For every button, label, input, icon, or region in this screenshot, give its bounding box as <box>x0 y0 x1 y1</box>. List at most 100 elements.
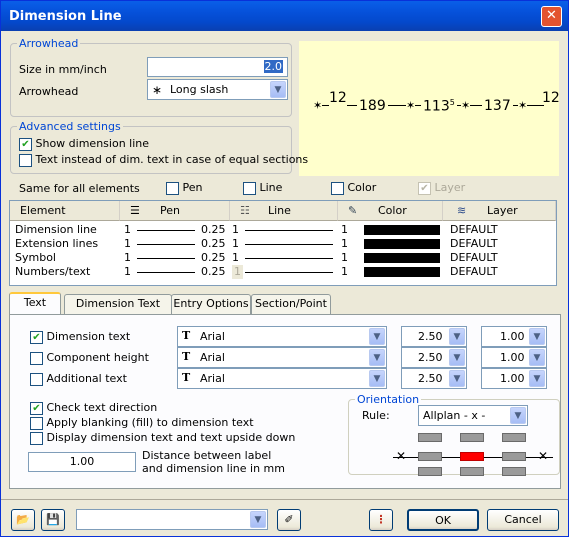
same-line-checkbox[interactable] <box>243 181 256 195</box>
orientation-option-middle-left[interactable] <box>418 452 442 461</box>
display-upside-option[interactable]: Display dimension text and text upside d… <box>30 431 295 445</box>
orientation-option-bottom-right[interactable] <box>502 467 526 476</box>
chevron-down-icon[interactable]: ▼ <box>449 370 465 387</box>
tab-text[interactable]: Text <box>9 292 61 315</box>
truetype-icon: T <box>182 329 191 342</box>
grid-header-line[interactable]: ☷ Line <box>230 201 338 221</box>
orientation-option-middle-right[interactable] <box>502 452 526 461</box>
dimension-text-option[interactable]: ✔ Dimension text <box>30 330 130 344</box>
save-favorite-button[interactable]: 💾 <box>41 509 65 531</box>
grid-header-pen-label: Pen <box>160 204 180 217</box>
component-height-size-select[interactable]: 2.50 ▼ <box>401 347 467 368</box>
orientation-option-bottom-center[interactable] <box>460 467 484 476</box>
color-swatch <box>364 267 440 277</box>
dimension-text-size-select[interactable]: 2.50 ▼ <box>401 326 467 347</box>
same-color-option[interactable]: Color <box>331 181 376 195</box>
chevron-down-icon[interactable]: ▼ <box>369 328 385 345</box>
dimension-text-ratio-select[interactable]: 1.00 ▼ <box>481 326 547 347</box>
apply-blanking-checkbox[interactable] <box>30 416 43 430</box>
component-height-checkbox[interactable] <box>30 351 43 365</box>
dimension-text-font-select[interactable]: T Arial ▼ <box>177 326 387 347</box>
row-line-b: 1 <box>341 265 348 278</box>
grid-header-element[interactable]: Element <box>10 201 120 221</box>
component-height-option[interactable]: Component height <box>30 351 149 365</box>
dimension-text-checkbox[interactable]: ✔ <box>30 330 43 344</box>
grid-header-pen[interactable]: ☰ Pen <box>120 201 230 221</box>
additional-text-font-select[interactable]: T Arial ▼ <box>177 368 387 389</box>
row-layer: DEFAULT <box>450 265 498 278</box>
orientation-option-top-left[interactable] <box>418 433 442 442</box>
additional-text-size-select[interactable]: 2.50 ▼ <box>401 368 467 389</box>
chevron-down-icon[interactable]: ▼ <box>250 511 266 528</box>
size-value: 2.50 <box>418 372 443 385</box>
cancel-button[interactable]: Cancel <box>487 509 559 531</box>
line-icon: ☷ <box>240 204 250 217</box>
same-line-option[interactable]: Line <box>243 181 282 195</box>
chevron-down-icon[interactable]: ▼ <box>449 328 465 345</box>
component-height-label: Component height <box>46 351 149 364</box>
open-favorite-button[interactable]: 📂 <box>11 509 35 531</box>
rule-select[interactable]: Allplan - x - ▼ <box>418 405 528 426</box>
show-dim-line-checkbox[interactable]: ✔ <box>19 137 32 151</box>
chevron-down-icon[interactable]: ▼ <box>270 81 286 98</box>
favorite-select[interactable]: ▼ <box>76 509 268 530</box>
chevron-down-icon[interactable]: ▼ <box>529 370 545 387</box>
component-height-font-select[interactable]: T Arial ▼ <box>177 347 387 368</box>
grid-row-extension-lines[interactable]: Extension lines 1 0.25 1 1 DEFAULT <box>10 237 556 251</box>
additional-text-checkbox[interactable] <box>30 372 43 386</box>
orientation-option-bottom-left[interactable] <box>418 467 442 476</box>
chevron-down-icon[interactable]: ▼ <box>369 370 385 387</box>
chevron-down-icon[interactable]: ▼ <box>449 349 465 366</box>
ok-button[interactable]: OK <box>407 509 479 531</box>
display-upside-checkbox[interactable] <box>30 431 43 445</box>
grid-header-color[interactable]: ✎ Color <box>338 201 443 221</box>
check-direction-checkbox[interactable]: ✔ <box>30 401 43 415</box>
row-element: Numbers/text <box>15 265 91 278</box>
grid-header-layer[interactable]: ≋ Layer <box>443 201 556 221</box>
size-value: 2.0 <box>263 60 283 73</box>
apply-blanking-option[interactable]: Apply blanking (fill) to dimension text <box>30 416 254 430</box>
row-element: Symbol <box>15 251 56 264</box>
orientation-option-top-right[interactable] <box>502 433 526 442</box>
additional-text-option[interactable]: Additional text <box>30 372 127 386</box>
row-line-a: 1 <box>232 223 239 236</box>
component-height-ratio-select[interactable]: 1.00 ▼ <box>481 347 547 368</box>
arrowhead-select[interactable]: ∗ Long slash ▼ <box>147 79 288 100</box>
grid-header-color-label: Color <box>378 204 407 217</box>
chevron-down-icon[interactable]: ▼ <box>529 349 545 366</box>
orientation-option-selected[interactable] <box>460 452 484 461</box>
grid-row-dimension-line[interactable]: Dimension line 1 0.25 1 1 DEFAULT <box>10 223 556 237</box>
preview-tick-3: ✶ <box>461 99 471 112</box>
grid-row-numbers-text[interactable]: Numbers/text 1 0.25 1 1 DEFAULT <box>10 265 556 279</box>
same-pen-option[interactable]: Pen <box>166 181 202 195</box>
check-direction-option[interactable]: ✔ Check text direction <box>30 401 157 415</box>
check-direction-label: Check text direction <box>46 401 158 414</box>
distance-input[interactable]: 1.00 <box>28 452 136 472</box>
close-button[interactable]: ✕ <box>541 6 562 27</box>
grid-row-symbol[interactable]: Symbol 1 0.25 1 1 DEFAULT <box>10 251 556 265</box>
same-pen-checkbox[interactable] <box>166 181 179 195</box>
font-value: Arial <box>200 372 225 385</box>
row-line-a: 1 <box>232 251 239 264</box>
chevron-down-icon[interactable]: ▼ <box>369 349 385 366</box>
same-layer-checkbox: ✔ <box>418 181 431 195</box>
additional-text-ratio-select[interactable]: 1.00 ▼ <box>481 368 547 389</box>
chevron-down-icon[interactable]: ▼ <box>510 407 526 424</box>
dimension-text-label: Dimension text <box>46 330 131 343</box>
preview-text-12b: 12 <box>542 90 560 106</box>
orientation-option-top-center[interactable] <box>460 433 484 442</box>
same-color-checkbox[interactable] <box>331 181 344 195</box>
text-instead-checkbox[interactable] <box>19 153 32 167</box>
tab-dimension-text[interactable]: Dimension Text <box>64 294 172 314</box>
eyedropper-button[interactable]: ✐ <box>277 509 301 531</box>
size-input[interactable]: 2.0 <box>147 57 288 77</box>
options-button[interactable]: ⋮ <box>369 509 393 531</box>
chevron-down-icon[interactable]: ▼ <box>529 328 545 345</box>
font-value: Arial <box>200 330 225 343</box>
show-dim-line-option[interactable]: ✔ Show dimension line <box>19 137 149 151</box>
preview-tick-2: ✶ <box>406 99 416 112</box>
tab-entry-options[interactable]: Entry Options <box>171 294 251 314</box>
distance-label-1: Distance between label <box>142 449 272 462</box>
tab-section-point[interactable]: Section/Point <box>251 294 331 314</box>
text-instead-option[interactable]: Text instead of dim. text in case of equ… <box>19 153 308 167</box>
